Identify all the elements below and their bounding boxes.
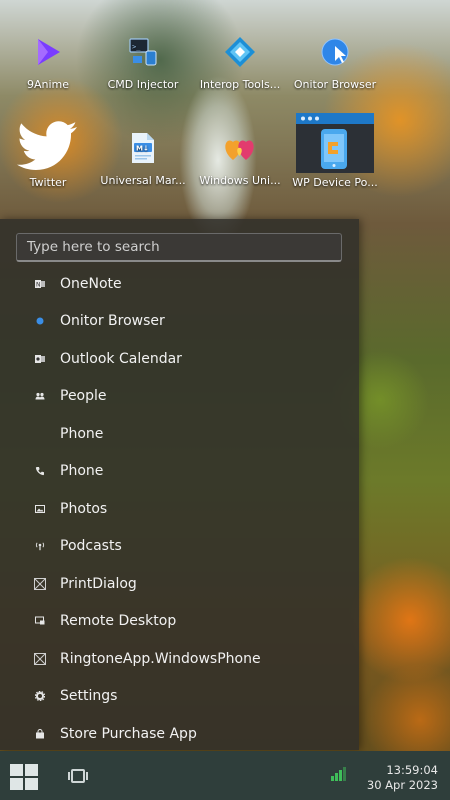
play-triangle-icon <box>26 30 70 74</box>
desktop-icon-label: 9Anime <box>26 78 70 91</box>
twitter-bird-icon <box>16 120 80 172</box>
hearts-icon <box>218 126 262 170</box>
cmd-injector-icon: >_ <box>121 30 165 74</box>
desktop-icon-interop-tools[interactable]: Interop Tools... <box>192 30 288 91</box>
placeholder-box-icon <box>33 577 47 590</box>
desktop-icon-wp-device-portal[interactable]: WP Device Po... <box>287 112 383 189</box>
app-item-label: Phone <box>60 425 104 442</box>
podcast-icon <box>33 541 47 551</box>
app-item-label: OneNote <box>60 275 122 292</box>
desktop-icon-onitor-browser[interactable]: Onitor Browser <box>287 30 383 91</box>
task-view-icon[interactable] <box>68 769 88 783</box>
store-bag-icon <box>33 728 47 739</box>
app-item-label: PrintDialog <box>60 575 137 592</box>
app-item-phone-2[interactable]: Phone <box>0 453 359 491</box>
phone-window-icon <box>295 112 375 174</box>
app-item-label: Onitor Browser <box>60 313 165 330</box>
interop-tools-icon <box>218 30 262 74</box>
desktop-icon-universal-markdown[interactable]: M↓ Universal Mar... <box>95 126 191 187</box>
clock-date: 30 Apr 2023 <box>366 778 438 792</box>
app-item-store-purchase[interactable]: Store Purchase App <box>0 715 359 750</box>
desktop-icon-label: Interop Tools... <box>199 78 281 91</box>
app-item-settings[interactable]: Settings <box>0 678 359 716</box>
desktop-icon-label: Onitor Browser <box>293 78 377 91</box>
desktop-icon-label: Windows Uni... <box>199 174 281 187</box>
start-menu-panel: Type here to search N OneNote Onitor Bro… <box>0 219 359 750</box>
desktop-icon-label: Twitter <box>29 176 67 189</box>
app-item-label: Outlook Calendar <box>60 350 182 367</box>
app-item-label: RingtoneApp.WindowsPhone <box>60 650 261 667</box>
phone-handset-icon <box>33 466 47 476</box>
svg-text:>_: >_ <box>132 43 141 51</box>
people-icon <box>33 391 47 401</box>
desktop-icon-9anime[interactable]: 9Anime <box>0 30 96 91</box>
remote-desktop-icon <box>33 616 47 626</box>
svg-text:N: N <box>36 281 41 288</box>
outlook-icon <box>33 354 47 364</box>
app-item-printdialog[interactable]: PrintDialog <box>0 565 359 603</box>
app-item-label: Podcasts <box>60 538 122 555</box>
app-item-onitor-browser[interactable]: Onitor Browser <box>0 303 359 341</box>
clock-time: 13:59:04 <box>386 763 438 777</box>
taskbar: 13:59:04 30 Apr 2023 <box>0 751 450 800</box>
desktop-icon-twitter[interactable]: Twitter <box>0 120 96 189</box>
gear-icon <box>33 691 47 702</box>
app-item-label: People <box>60 388 107 405</box>
globe-cursor-icon <box>313 30 357 74</box>
svg-text:M↓: M↓ <box>136 145 149 153</box>
search-input[interactable]: Type here to search <box>16 233 342 262</box>
clock[interactable]: 13:59:04 30 Apr 2023 <box>367 763 438 793</box>
desktop-icon-cmd-injector[interactable]: >_ CMD Injector <box>95 30 191 91</box>
app-item-label: Store Purchase App <box>60 725 197 742</box>
app-item-podcasts[interactable]: Podcasts <box>0 528 359 566</box>
app-item-photos[interactable]: Photos <box>0 490 359 528</box>
markdown-file-icon: M↓ <box>121 126 165 170</box>
app-item-outlook-calendar[interactable]: Outlook Calendar <box>0 340 359 378</box>
placeholder-box-icon <box>33 652 47 665</box>
network-signal-icon[interactable] <box>331 767 346 781</box>
app-item-ringtoneapp[interactable]: RingtoneApp.WindowsPhone <box>0 640 359 678</box>
onenote-icon: N <box>33 279 47 289</box>
app-item-onenote[interactable]: N OneNote <box>0 265 359 303</box>
app-item-people[interactable]: People <box>0 378 359 416</box>
app-item-remote-desktop[interactable]: Remote Desktop <box>0 603 359 641</box>
start-button[interactable] <box>10 764 38 790</box>
app-item-label: Remote Desktop <box>60 613 177 630</box>
blue-dot-icon <box>33 316 47 326</box>
desktop-icon-label: CMD Injector <box>107 78 179 91</box>
desktop-icon-label: Universal Mar... <box>100 174 186 187</box>
photo-icon <box>33 504 47 514</box>
windows-logo-icon <box>10 764 23 776</box>
app-item-phone-1[interactable]: Phone <box>0 415 359 453</box>
app-item-label: Phone <box>60 463 104 480</box>
desktop-icon-windows-uni[interactable]: Windows Uni... <box>192 126 288 187</box>
app-item-label: Settings <box>60 688 118 705</box>
desktop-icon-label: WP Device Po... <box>292 176 378 189</box>
app-item-label: Photos <box>60 500 108 517</box>
app-list: N OneNote Onitor Browser Outlook Calenda… <box>0 265 359 750</box>
